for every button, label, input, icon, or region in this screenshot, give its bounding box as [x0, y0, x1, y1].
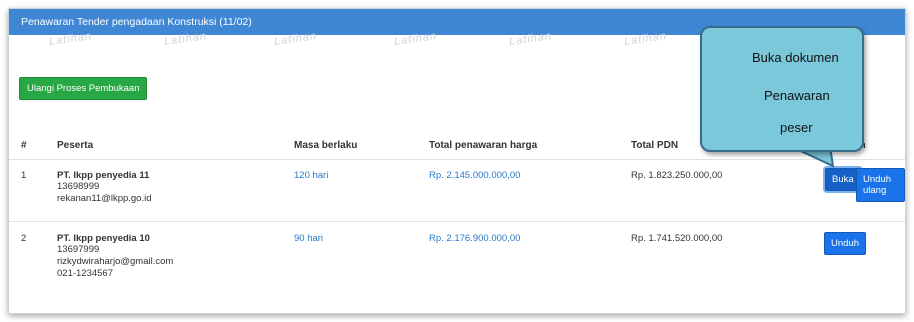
tooltip-callout: Buka dokumen Penawaran peser [700, 26, 864, 152]
callout-line-3: peser [780, 120, 813, 135]
callout-line-1: Buka dokumen [752, 50, 839, 65]
callout-line-2: Penawaran [764, 88, 830, 103]
